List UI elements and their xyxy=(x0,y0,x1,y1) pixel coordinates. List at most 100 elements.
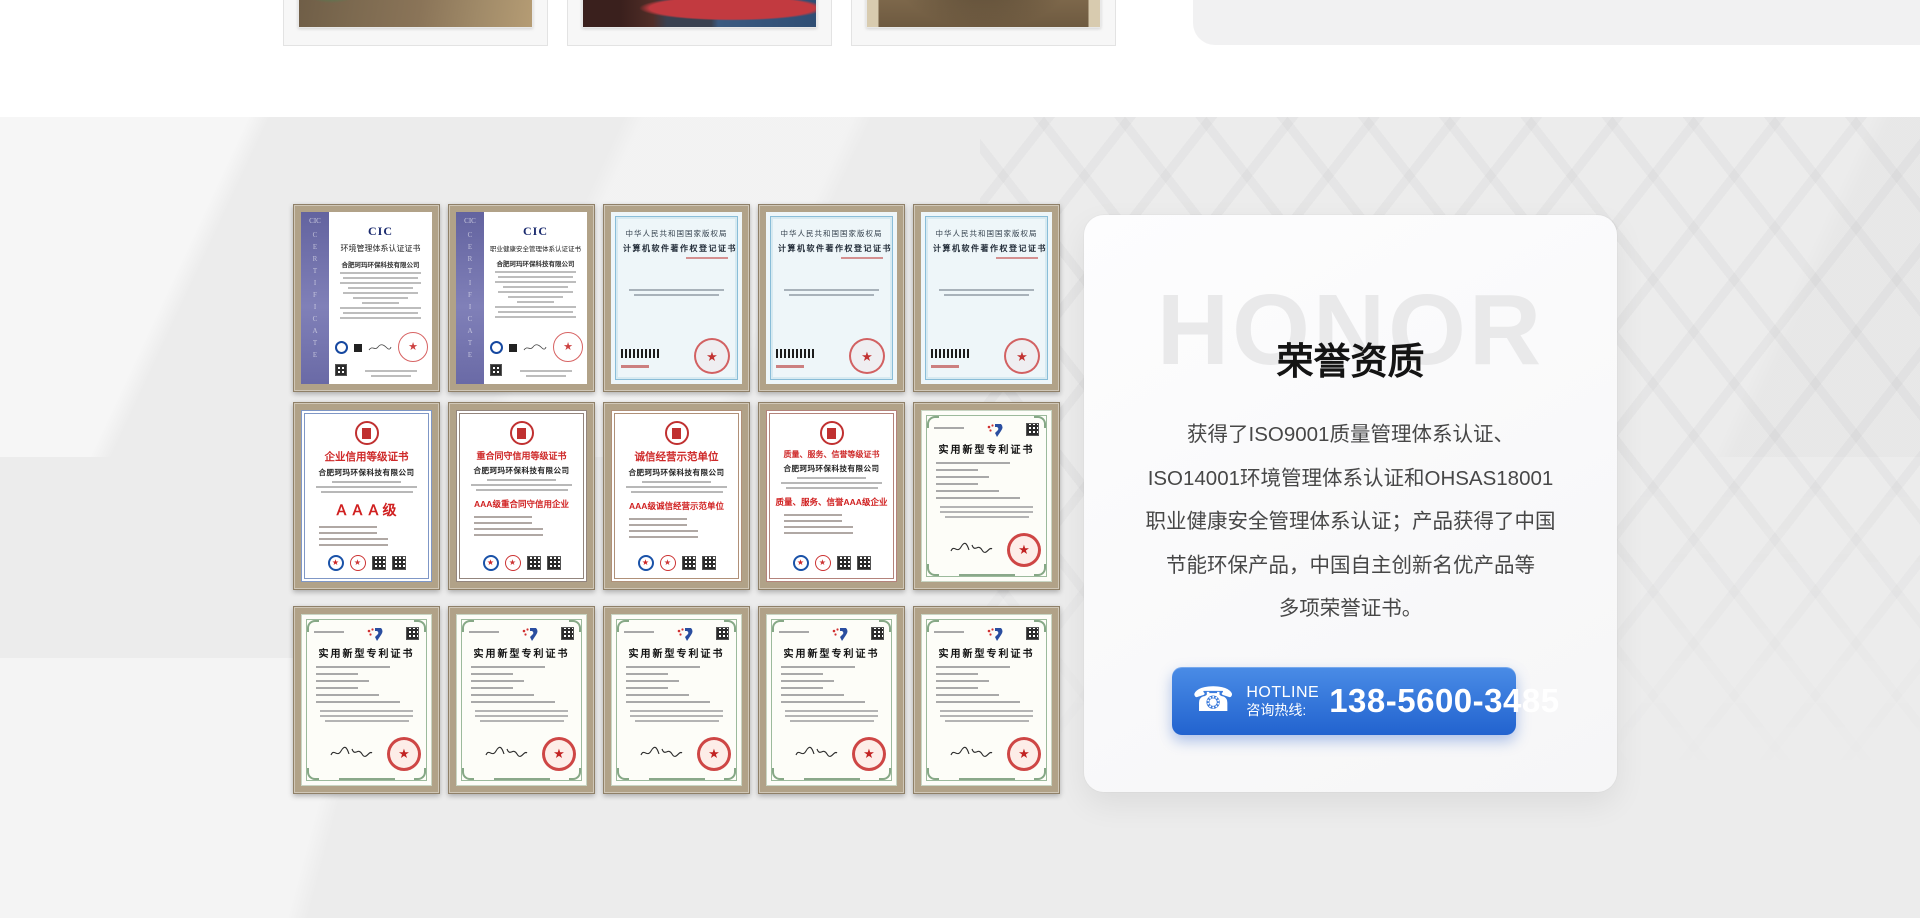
certificate-credit-rating: 质量、服务、信誉等级证书 合肥珂玛环保科技有限公司 质量、服务、信誉AAA级企业… xyxy=(758,402,905,590)
text-line xyxy=(781,687,823,689)
corner-flourish xyxy=(307,768,319,780)
text-line xyxy=(325,720,409,722)
red-number-line xyxy=(621,365,649,368)
qr-code-icon xyxy=(490,364,502,376)
bottom-logos: ★ ★ xyxy=(770,555,893,571)
certificate-number-line xyxy=(624,631,654,633)
corner-flourish xyxy=(772,768,784,780)
text-line xyxy=(781,694,844,696)
barcode-icon xyxy=(931,349,969,358)
text-line xyxy=(786,487,878,489)
certificate-paper: 诚信经营示范单位 合肥珂玛环保科技有限公司 AAA级诚信经营示范单位 ★ ★ xyxy=(611,410,742,582)
certificate-title: 实用新型专利证书 xyxy=(934,645,1039,660)
corner-flourish xyxy=(879,768,891,780)
certificate-title: 质量、服务、信誉等级证书 xyxy=(774,449,889,460)
certificate-utility-patent: 实用新型专利证书 ★ xyxy=(603,606,750,794)
text-line xyxy=(936,680,989,682)
text-line xyxy=(939,289,1033,291)
certificate-row-2: 企业信用等级证书 合肥珂玛环保科技有限公司 ＡＡＡ级 ★ ★ 重合同守信用等级 xyxy=(293,402,1060,590)
red-seal-icon: ★ xyxy=(398,332,428,362)
text-line xyxy=(340,307,422,309)
text-line xyxy=(626,680,679,682)
certificate-company: 合肥珂玛环保科技有限公司 xyxy=(619,467,734,478)
footer-line xyxy=(959,778,1015,780)
honor-section: CIC CERTIFICATE CIC 环境管理体系认证证书 合肥珂玛环保科技有… xyxy=(0,117,1920,918)
patent-header xyxy=(934,627,1039,642)
certificate-paper: 中华人民共和国国家版权局 计算机软件著作权登记证书 ★ xyxy=(611,212,742,384)
band-vertical-label: CERTIFICATE xyxy=(466,231,474,363)
cnipa-logo-icon xyxy=(520,627,540,642)
certificate-number-line xyxy=(934,427,964,429)
text-line xyxy=(785,715,877,717)
certificate-number-line xyxy=(314,631,344,633)
text-line xyxy=(789,294,875,296)
field-lines xyxy=(779,666,884,703)
certificate-title: 企业信用等级证书 xyxy=(309,449,424,464)
text-line xyxy=(936,666,1010,668)
text-line xyxy=(343,277,417,279)
paragraph-lines xyxy=(934,710,1039,722)
signature-icon xyxy=(368,343,392,353)
case-photo-card-1[interactable] xyxy=(283,0,548,46)
desc-line: 节能环保产品，中国自主创新名优产品等 xyxy=(1084,544,1617,588)
hotline-button[interactable]: ☎ HOTLINE 咨询热线: 138-5600-3485 xyxy=(1172,667,1516,735)
certificate-paper: 实用新型专利证书 ★ xyxy=(921,410,1052,582)
certificate-number-line xyxy=(779,631,809,633)
bottom-logos: ★ ★ xyxy=(460,555,583,571)
certificate-company: 合肥珂玛环保科技有限公司 xyxy=(489,258,582,268)
text-line xyxy=(936,476,989,478)
award-grade-text: AAA级重合同守信用企业 xyxy=(464,498,579,510)
red-seal-icon: ★ xyxy=(849,338,885,374)
cnipa-logo-icon xyxy=(985,423,1005,438)
text-line xyxy=(471,680,524,682)
text-line xyxy=(797,477,866,479)
case-photo-card-2[interactable] xyxy=(567,0,832,46)
paragraph-lines xyxy=(934,506,1039,518)
text-line xyxy=(630,710,722,712)
certificate-utility-patent: 实用新型专利证书 ★ xyxy=(913,402,1060,590)
text-line xyxy=(475,710,567,712)
text-line xyxy=(781,701,865,703)
text-line xyxy=(635,720,719,722)
text-line xyxy=(626,701,710,703)
corner-flourish xyxy=(617,768,629,780)
section-title: 荣誉资质 xyxy=(1084,331,1617,385)
cnipa-logo-icon xyxy=(675,627,695,642)
field-lines xyxy=(314,666,419,703)
qr-code-icon xyxy=(857,556,871,570)
red-seal-icon: ★ xyxy=(815,555,831,571)
text-line xyxy=(316,486,417,488)
text-line xyxy=(343,292,417,294)
text-line xyxy=(495,281,577,283)
text-line xyxy=(498,291,572,293)
text-line xyxy=(936,490,999,492)
honor-description: 获得了ISO9001质量管理体系认证、 ISO14001环境管理体系认证和OHS… xyxy=(1084,413,1617,631)
text-line xyxy=(498,311,572,313)
case-photo-card-3[interactable] xyxy=(851,0,1116,46)
cic-logo: CIC xyxy=(334,224,427,239)
paragraph-lines xyxy=(779,710,884,722)
qr-code-icon xyxy=(1026,423,1039,436)
text-line xyxy=(626,687,668,689)
text-line xyxy=(343,312,417,314)
text-line xyxy=(495,316,577,318)
cnas-logo-icon xyxy=(490,341,503,354)
certificate-company: 合肥珂玛环保科技有限公司 xyxy=(774,463,889,474)
field-lines xyxy=(469,666,574,703)
certificate-title: 计算机软件著作权登记证书 xyxy=(623,243,730,254)
text-line xyxy=(362,302,399,304)
cic-logo: CIC xyxy=(489,224,582,239)
address-line xyxy=(371,375,411,377)
address-line xyxy=(520,370,572,372)
certificate-company: 合肥珂玛环保科技有限公司 xyxy=(464,465,579,476)
text-line xyxy=(316,666,390,668)
qr-code-icon xyxy=(871,627,884,640)
cnipa-logo-icon xyxy=(985,627,1005,642)
text-line xyxy=(790,720,874,722)
text-line xyxy=(629,289,723,291)
award-grade-text: 质量、服务、信誉AAA级企业 xyxy=(774,496,889,508)
text-line xyxy=(626,486,727,488)
qr-code-icon xyxy=(406,627,419,640)
corner-flourish xyxy=(569,768,581,780)
cnipa-logo-icon xyxy=(830,627,850,642)
